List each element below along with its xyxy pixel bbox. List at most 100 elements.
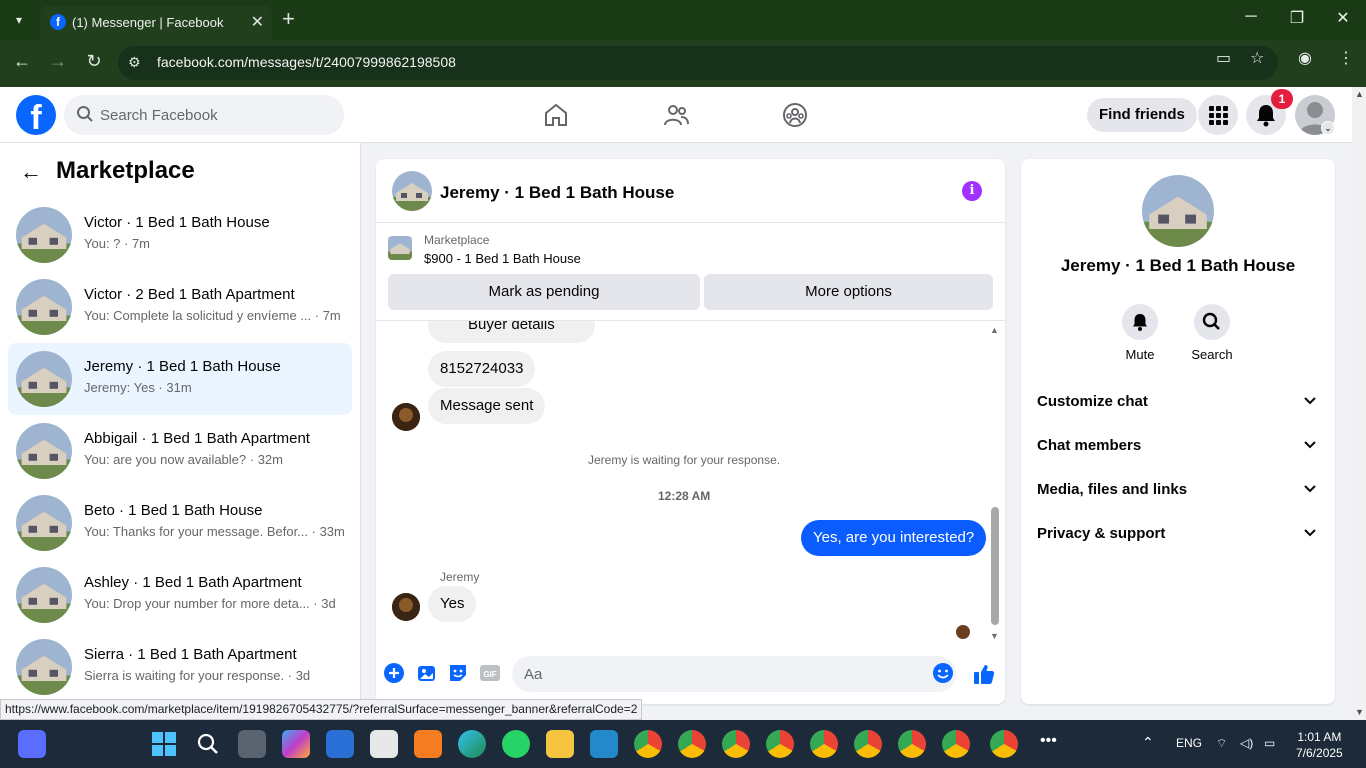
chrome-profile-icon[interactable] [942, 730, 970, 758]
scroll-down-arrow-icon[interactable]: ▼ [1355, 707, 1364, 717]
forward-arrow-icon[interactable]: → [46, 51, 70, 72]
grid-icon [1209, 106, 1228, 125]
facebook-search[interactable] [64, 95, 344, 135]
minimize-icon[interactable]: ─ [1236, 8, 1266, 26]
taskbar-search-icon[interactable] [194, 730, 222, 758]
search-in-chat-button[interactable]: Search [1182, 304, 1242, 362]
find-friends-button[interactable]: Find friends [1087, 98, 1197, 132]
tray-chevron-up-icon[interactable]: ⌃ [1142, 734, 1154, 751]
chrome-profile-icon[interactable] [722, 730, 750, 758]
copilot-icon[interactable] [282, 730, 310, 758]
store-icon[interactable] [326, 730, 354, 758]
conversation-item[interactable]: Sierra · 1 Bed 1 Bath Apartment Sierra is… [8, 631, 352, 703]
conversation-item[interactable]: Victor · 1 Bed 1 Bath House You: ? · 7m [8, 199, 352, 271]
restore-icon[interactable]: ❐ [1282, 8, 1312, 28]
menu-grid-button[interactable] [1198, 95, 1238, 135]
page-scrollbar[interactable]: ▲ ▼ [1352, 87, 1366, 720]
chrome-profile-icon[interactable] [810, 730, 838, 758]
like-thumb-icon[interactable] [972, 662, 996, 686]
wifi-icon[interactable]: ⌔ [1216, 736, 1227, 751]
message-thread: Buyer details 8152724033 Message sent Je… [376, 321, 1005, 646]
media-files-links-row[interactable]: Media, files and links [1029, 467, 1327, 511]
sticker-icon[interactable] [447, 662, 469, 684]
home-icon[interactable] [542, 101, 570, 129]
tab-close-icon[interactable]: ✕ [251, 12, 264, 32]
more-options-button[interactable]: More options [704, 274, 993, 310]
browser-tab[interactable]: f (1) Messenger | Facebook ✕ [40, 6, 272, 40]
conversation-item[interactable]: Beto · 1 Bed 1 Bath House You: Thanks for… [8, 487, 352, 559]
scroll-up-arrow-icon[interactable]: ▲ [990, 325, 999, 335]
scroll-down-arrow-icon[interactable]: ▼ [990, 631, 999, 641]
scroll-thumb[interactable] [991, 507, 999, 625]
browser-menu-icon[interactable]: ⋮ [1338, 48, 1354, 68]
reload-icon[interactable]: ↻ [82, 51, 106, 72]
conversation-name: Victor · 1 Bed 1 Bath House [84, 214, 270, 231]
chrome-profile-icon[interactable] [990, 730, 1018, 758]
chrome-profile-icon[interactable] [898, 730, 926, 758]
sender-name: Jeremy [440, 570, 480, 584]
info-icon[interactable]: i [962, 181, 982, 201]
emoji-icon[interactable] [932, 662, 954, 684]
chat-listing-photo[interactable] [392, 171, 432, 211]
listing-banner[interactable]: Marketplace $900 - 1 Bed 1 Bath House Ma… [376, 223, 1005, 321]
jeremy-avatar[interactable] [392, 593, 420, 621]
search-circle [1194, 304, 1230, 340]
new-tab-button[interactable]: + [282, 6, 295, 32]
file-explorer-icon[interactable] [546, 730, 574, 758]
chat-members-row[interactable]: Chat members [1029, 423, 1327, 467]
windows-start-icon[interactable] [150, 730, 178, 758]
conversation-item[interactable]: Abbigail · 1 Bed 1 Bath Apartment You: ar… [8, 415, 352, 487]
groups-icon[interactable] [781, 101, 809, 129]
outgoing-bubble[interactable]: Yes, are you interested? [801, 520, 987, 556]
message-sent-bubble[interactable]: Message sent [428, 388, 546, 424]
gif-icon[interactable]: GIF [479, 662, 501, 684]
mute-button[interactable]: Mute [1110, 304, 1170, 362]
jeremy-avatar[interactable] [392, 403, 420, 431]
scroll-up-arrow-icon[interactable]: ▲ [1355, 89, 1364, 99]
search-input[interactable] [100, 95, 330, 135]
conversation-item[interactable]: Victor · 2 Bed 1 Bath Apartment You: Comp… [8, 271, 352, 343]
chrome-profile-icon[interactable] [766, 730, 794, 758]
xampp-icon[interactable] [414, 730, 442, 758]
phone-bubble[interactable]: 8152724033 [428, 351, 536, 387]
tab-search-button[interactable]: ▾ [6, 8, 32, 32]
chrome-active-icon[interactable] [854, 730, 882, 758]
more-apps-icon[interactable]: ••• [1040, 732, 1057, 750]
battery-icon[interactable]: ▭ [1264, 736, 1275, 750]
whatsapp-icon[interactable] [502, 730, 530, 758]
privacy-support-row[interactable]: Privacy & support [1029, 511, 1327, 555]
install-app-icon[interactable]: ▭ [1216, 48, 1231, 68]
system-clock[interactable]: 1:01 AM 7/6/2025 [1296, 729, 1343, 761]
back-arrow-icon[interactable]: ← [20, 159, 42, 185]
language-indicator[interactable]: ENG [1176, 736, 1202, 750]
conversation-item[interactable]: Jeremy · 1 Bed 1 Bath House Jeremy: Yes ·… [8, 343, 352, 415]
meet-app-icon[interactable] [18, 730, 46, 758]
reply-bubble[interactable]: Yes [428, 586, 477, 622]
bookmark-star-icon[interactable]: ☆ [1250, 48, 1264, 68]
back-arrow-icon[interactable]: ← [10, 51, 34, 72]
profile-icon[interactable]: ◉ [1298, 48, 1312, 68]
site-info-icon[interactable]: ⚙ [128, 54, 141, 71]
edge-icon[interactable] [458, 730, 486, 758]
photo-icon[interactable] [416, 662, 438, 684]
chrome-icon[interactable] [634, 730, 662, 758]
account-chevron-down-icon[interactable]: ⌄ [1321, 121, 1335, 135]
window-close-icon[interactable]: ✕ [1328, 8, 1358, 28]
plus-icon[interactable] [383, 662, 405, 684]
message-input[interactable] [512, 656, 956, 692]
address-bar[interactable]: ⚙ facebook.com/messages/t/24007999862198… [118, 46, 1278, 80]
conversation-item[interactable]: Ashley · 1 Bed 1 Bath Apartment You: Drop… [8, 559, 352, 631]
task-view-icon[interactable] [238, 730, 266, 758]
buyer-details-bubble[interactable]: Buyer details [428, 321, 595, 343]
chrome-profile-icon[interactable] [678, 730, 706, 758]
chat-title[interactable]: Jeremy · 1 Bed 1 Bath House [440, 183, 674, 203]
listing-profile-photo[interactable] [1142, 175, 1214, 247]
facebook-logo-icon[interactable]: f [16, 95, 56, 135]
snipping-tool-icon[interactable] [370, 730, 398, 758]
thread-scrollbar[interactable]: ▲ ▼ [990, 325, 1000, 643]
vscode-icon[interactable] [590, 730, 618, 758]
friends-icon[interactable] [662, 101, 690, 129]
mark-as-pending-button[interactable]: Mark as pending [388, 274, 700, 310]
customize-chat-row[interactable]: Customize chat [1029, 379, 1327, 423]
volume-icon[interactable]: ◁) [1240, 736, 1253, 750]
